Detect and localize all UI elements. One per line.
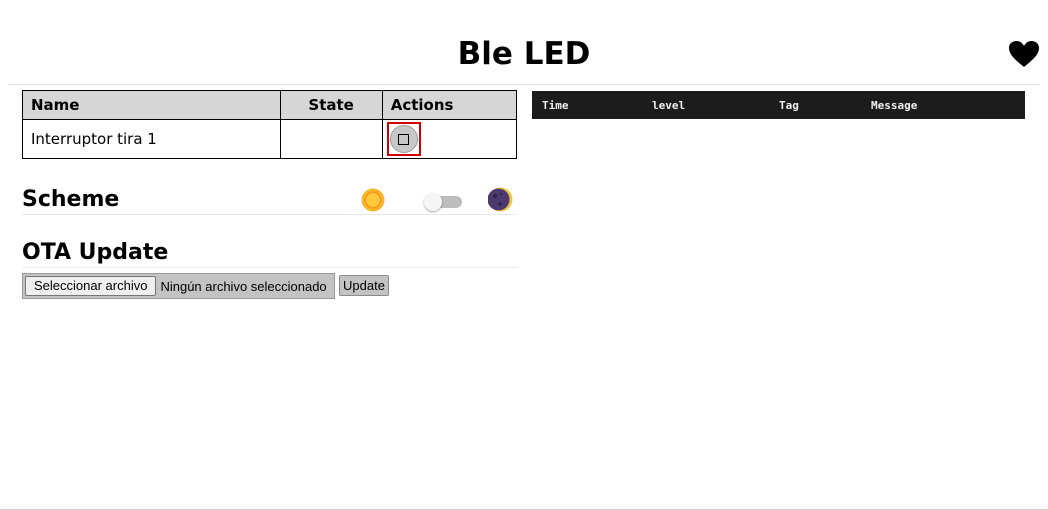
column-header-state: State: [279, 90, 383, 120]
header-divider: [8, 84, 1040, 85]
column-header-name: Name: [22, 90, 281, 120]
entity-actions-cell: [381, 119, 518, 159]
file-status-label: Ningún archivo seleccionado: [160, 278, 327, 294]
log-table-header: Time level Tag Message: [532, 91, 1025, 119]
log-column-level: level: [652, 99, 686, 112]
scheme-divider: [22, 214, 517, 215]
update-button[interactable]: Update: [339, 275, 389, 296]
entities-table: Name State Actions Interruptor tira 1: [22, 90, 518, 159]
scheme-title: Scheme: [22, 187, 120, 212]
column-header-actions: Actions: [381, 90, 518, 120]
page: Ble LED Name State Actions Interruptor t…: [0, 0, 1048, 510]
stop-button-circle[interactable]: [389, 125, 418, 153]
moon-icon: [488, 187, 513, 212]
stop-square-icon: [398, 133, 410, 145]
table-header-row: Name State Actions: [22, 90, 518, 120]
page-title: Ble LED: [457, 36, 591, 72]
entity-state: [279, 119, 383, 159]
stop-button[interactable]: [386, 122, 421, 156]
toggle-knob[interactable]: [424, 193, 442, 211]
log-column-time: Time: [542, 99, 569, 112]
file-input[interactable]: Seleccionar archivo Ningún archivo selec…: [22, 273, 335, 299]
entity-name: Interruptor tira 1: [22, 119, 281, 159]
scheme-toggle[interactable]: [424, 193, 463, 211]
ota-title: OTA Update: [22, 240, 169, 265]
heart-icon[interactable]: [1008, 40, 1040, 68]
table-row: Interruptor tira 1: [22, 119, 518, 159]
choose-file-button[interactable]: Seleccionar archivo: [25, 276, 157, 296]
log-column-message: Message: [871, 99, 918, 112]
sun-icon: [361, 188, 385, 212]
log-column-tag: Tag: [779, 99, 799, 112]
ota-divider: [22, 267, 517, 268]
